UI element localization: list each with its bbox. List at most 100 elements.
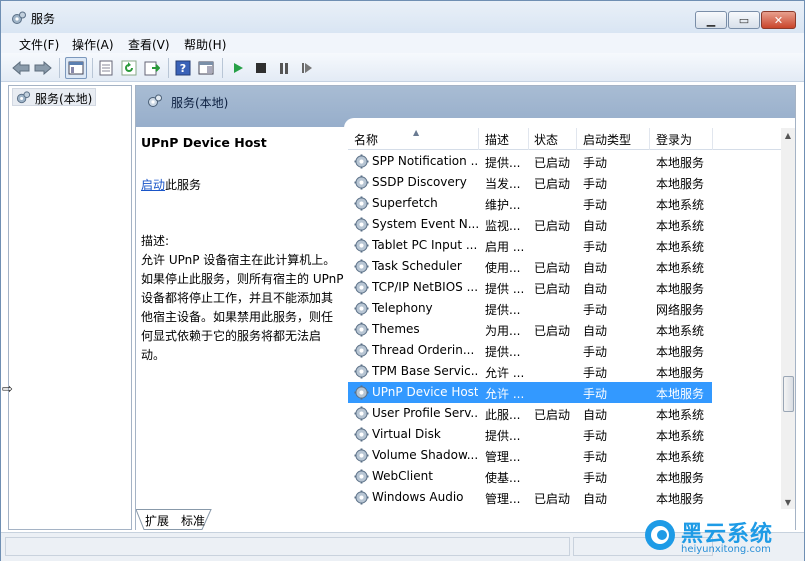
cell-description: 使用... xyxy=(485,261,521,275)
table-row[interactable]: Virtual Disk 提供... 手动 本地系统 xyxy=(348,424,781,445)
cell-description: 提供... xyxy=(485,303,521,317)
start-service-line: 启动此服务 xyxy=(141,176,201,193)
scroll-up-icon[interactable]: ▲ xyxy=(781,128,795,142)
table-row[interactable]: SSDP Discovery 当发... 已启动 手动 本地服务 xyxy=(348,172,781,193)
table-row[interactable]: Themes 为用... 已启动 自动 本地系统 xyxy=(348,319,781,340)
show-hide-action-pane-button[interactable] xyxy=(197,59,215,77)
cell-name: Volume Shadow... xyxy=(372,448,478,462)
pause-service-icon xyxy=(280,62,288,74)
cell-startup-type: 手动 xyxy=(583,198,608,212)
cell-startup-type: 手动 xyxy=(583,303,608,317)
table-row[interactable]: UPnP Device Host 允许 ... 手动 本地服务 xyxy=(348,382,712,403)
cell-logon-as: 网络服务 xyxy=(656,303,705,317)
description-panel: UPnP Device Host 启动此服务 描述: 允许 UPnP 设备宿主在… xyxy=(136,127,344,509)
table-row[interactable]: TCP/IP NetBIOS ... 提供 ... 已启动 自动 本地服务 xyxy=(348,277,781,298)
scroll-thumb[interactable] xyxy=(783,376,794,412)
cell-description: 提供... xyxy=(485,156,521,170)
tab-extended[interactable]: 扩展 xyxy=(145,511,169,529)
watermark-url: heiyunxitong.com xyxy=(681,544,771,555)
column-status[interactable]: 状态 xyxy=(534,131,558,148)
table-row[interactable]: Task Scheduler 使用... 已启动 自动 本地系统 xyxy=(348,256,781,277)
gear-icon xyxy=(354,175,369,190)
cell-logon-as: 本地系统 xyxy=(656,219,705,233)
cell-description: 启用 ... xyxy=(485,240,525,254)
vertical-scrollbar[interactable]: ▲ ▼ xyxy=(781,128,795,509)
cell-description: 提供... xyxy=(485,345,521,359)
properties-icon xyxy=(99,60,113,76)
cell-logon-as: 本地服务 xyxy=(656,471,705,485)
cell-description: 此服... xyxy=(485,408,521,422)
menu-file[interactable]: 文件(F) xyxy=(19,36,59,53)
start-service-link[interactable]: 启动 xyxy=(141,178,165,192)
console-tree: 服务(本地) xyxy=(8,85,132,530)
scroll-down-icon[interactable]: ▼ xyxy=(781,495,795,509)
sort-ascending-icon: ▲ xyxy=(413,128,420,137)
table-row[interactable]: Superfetch 维护... 手动 本地系统 xyxy=(348,193,781,214)
properties-button[interactable] xyxy=(97,59,115,77)
cell-name: Windows Audio xyxy=(372,490,464,504)
cell-logon-as: 本地服务 xyxy=(656,156,705,170)
gear-icon xyxy=(354,490,369,505)
title-bar[interactable]: 服务 ▁ ▭ ✕ xyxy=(1,1,804,33)
cell-description: 允许 ... xyxy=(485,366,525,380)
close-button[interactable]: ✕ xyxy=(761,11,796,29)
column-logon-as[interactable]: 登录为 xyxy=(656,131,692,148)
start-service-button[interactable] xyxy=(229,59,247,77)
forward-button[interactable] xyxy=(34,59,52,77)
table-row[interactable]: Tablet PC Input ... 启用 ... 手动 本地系统 xyxy=(348,235,781,256)
refresh-button[interactable] xyxy=(120,59,138,77)
tab-standard[interactable]: 标准 xyxy=(181,511,205,529)
minimize-icon: ▁ xyxy=(706,13,716,27)
services-list: ▲ 名称 描述 状态 启动类型 登录为 SPP Notification ...… xyxy=(344,118,795,509)
cell-description: 维护... xyxy=(485,198,521,212)
table-row[interactable]: WebClient 使基... 手动 本地服务 xyxy=(348,466,781,487)
table-row[interactable]: Telephony 提供... 手动 网络服务 xyxy=(348,298,781,319)
cell-name: Virtual Disk xyxy=(372,427,441,441)
pause-service-button[interactable] xyxy=(275,59,293,77)
gears-icon xyxy=(148,94,162,107)
column-description[interactable]: 描述 xyxy=(485,131,509,148)
table-row[interactable]: Windows Audio 管理... 已启动 自动 本地服务 xyxy=(348,487,781,508)
pane-title: 服务(本地) xyxy=(171,96,229,110)
menu-action[interactable]: 操作(A) xyxy=(72,36,114,53)
table-row[interactable]: User Profile Serv... 此服... 已启动 自动 本地系统 xyxy=(348,403,781,424)
cell-name: Telephony xyxy=(372,301,433,315)
menu-view[interactable]: 查看(V) xyxy=(128,36,170,53)
table-row[interactable]: TPM Base Servic... 允许 ... 手动 本地服务 xyxy=(348,361,781,382)
cell-name: TPM Base Servic... xyxy=(372,364,478,378)
cell-description: 管理... xyxy=(485,492,521,506)
show-hide-tree-icon xyxy=(68,61,84,75)
window-title: 服务 xyxy=(31,12,56,26)
table-row[interactable]: Volume Shadow... 管理... 手动 本地系统 xyxy=(348,445,781,466)
cell-startup-type: 自动 xyxy=(583,282,608,296)
cell-description: 允许 ... xyxy=(485,387,525,401)
export-list-button[interactable] xyxy=(143,59,161,77)
cell-startup-type: 手动 xyxy=(583,387,608,401)
gears-icon xyxy=(12,11,26,24)
watermark-logo: 黑云系统 heiyunxitong.com xyxy=(643,516,793,556)
help-button[interactable]: ? xyxy=(174,59,192,77)
gear-icon xyxy=(354,217,369,232)
cell-name: User Profile Serv... xyxy=(372,406,478,420)
show-hide-tree-button[interactable] xyxy=(65,57,87,79)
cell-logon-as: 本地系统 xyxy=(656,324,705,338)
svg-text:?: ? xyxy=(180,62,186,75)
column-startup-type[interactable]: 启动类型 xyxy=(583,131,631,148)
cell-startup-type: 手动 xyxy=(583,240,608,254)
gear-icon xyxy=(354,364,369,379)
cell-logon-as: 本地系统 xyxy=(656,198,705,212)
minimize-button[interactable]: ▁ xyxy=(695,11,727,29)
table-row[interactable]: System Event N... 监视... 已启动 自动 本地系统 xyxy=(348,214,781,235)
cell-startup-type: 手动 xyxy=(583,366,608,380)
tree-item-services-local[interactable]: 服务(本地) xyxy=(12,88,97,106)
resume-service-button[interactable] xyxy=(298,59,316,77)
stop-service-button[interactable] xyxy=(252,59,270,77)
back-button[interactable] xyxy=(12,59,30,77)
table-row[interactable]: Thread Orderin... 提供... 手动 本地服务 xyxy=(348,340,781,361)
cell-description: 监视... xyxy=(485,219,521,233)
table-row[interactable]: SPP Notification ... 提供... 已启动 手动 本地服务 xyxy=(348,151,781,172)
menu-help[interactable]: 帮助(H) xyxy=(184,36,226,53)
maximize-button[interactable]: ▭ xyxy=(728,11,760,29)
column-name[interactable]: 名称 xyxy=(354,131,378,148)
cell-description: 提供... xyxy=(485,429,521,443)
